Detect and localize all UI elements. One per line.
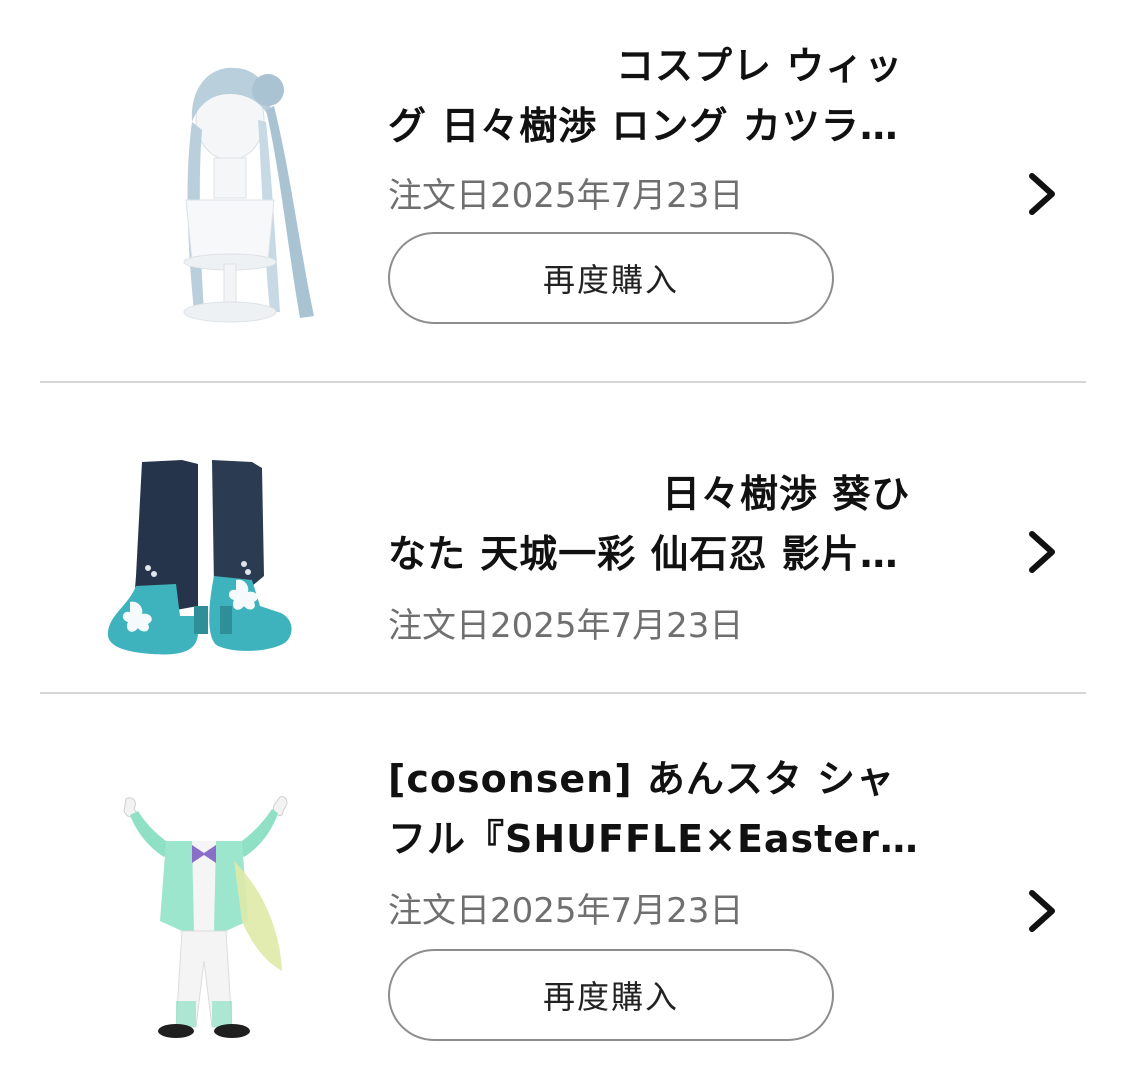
product-title-line-1: [cosonsen] あんスタ シャ <box>388 757 896 801</box>
product-title[interactable]: コスプレ ウィッ グ 日々樹渉 ロング カツラ… <box>388 36 988 156</box>
order-date: 注文日2025年7月23日 <box>388 176 744 216</box>
product-title[interactable]: [cosonsen] あんスタ シャ フル『SHUFFLE×Easter… <box>388 749 988 869</box>
product-title-line-2: なた 天城一彩 仙石忍 影片… <box>388 532 899 576</box>
product-title[interactable]: 日々樹渉 葵ひ なた 天城一彩 仙石忍 影片… <box>388 464 988 584</box>
boots-product-image[interactable] <box>102 456 302 662</box>
rebuy-button[interactable]: 再度購入 <box>388 232 834 324</box>
order-item-2[interactable]: 日々樹渉 葵ひ なた 天城一彩 仙石忍 影片… 注文日2025年7月23日 <box>0 384 1124 692</box>
rebuy-button[interactable]: 再度購入 <box>388 949 834 1041</box>
divider <box>40 692 1086 694</box>
divider <box>40 381 1086 383</box>
order-item-1[interactable]: コスプレ ウィッ グ 日々樹渉 ロング カツラ… 注文日2025年7月23日 再… <box>0 0 1124 382</box>
chevron-right-icon[interactable] <box>1022 170 1062 218</box>
chevron-right-icon[interactable] <box>1022 528 1062 576</box>
product-title-line-1: コスプレ ウィッ <box>616 44 904 88</box>
costume-product-image[interactable] <box>104 791 304 1041</box>
order-date: 注文日2025年7月23日 <box>388 606 744 646</box>
chevron-right-icon[interactable] <box>1022 887 1062 935</box>
order-date: 注文日2025年7月23日 <box>388 891 744 931</box>
order-item-3[interactable]: [cosonsen] あんスタ シャ フル『SHUFFLE×Easter… 注文… <box>0 695 1124 1091</box>
product-title-line-2: フル『SHUFFLE×Easter… <box>388 817 919 861</box>
product-title-line-1: 日々樹渉 葵ひ <box>662 472 911 516</box>
product-title-line-2: グ 日々樹渉 ロング カツラ… <box>388 104 899 148</box>
wig-product-image[interactable] <box>130 50 330 330</box>
